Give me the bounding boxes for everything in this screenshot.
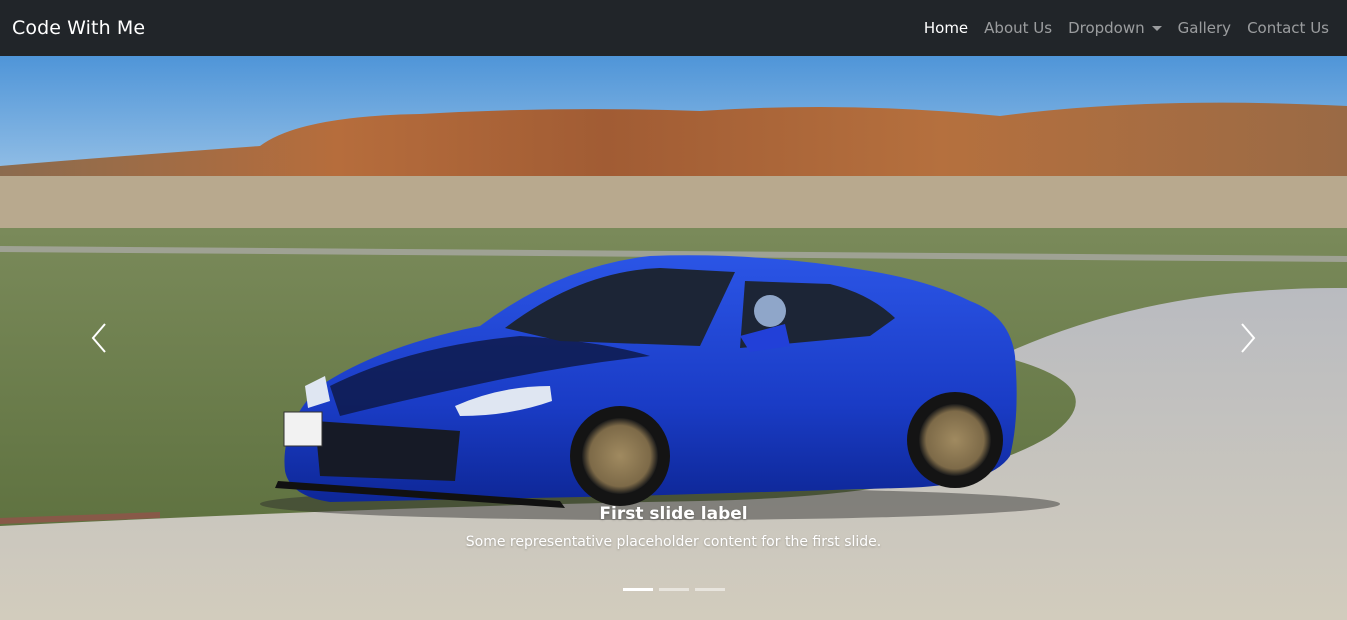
- carousel-prev-button[interactable]: [0, 56, 200, 620]
- nav-home[interactable]: Home: [924, 19, 968, 37]
- nav-links: Home About Us Dropdown Gallery Contact U…: [924, 19, 1335, 37]
- slide-caption: First slide label Some representative pl…: [200, 504, 1147, 550]
- hero-carousel: First slide label Some representative pl…: [0, 56, 1347, 620]
- caret-down-icon: [1151, 26, 1162, 31]
- slide-title: First slide label: [599, 504, 748, 524]
- nav-about[interactable]: About Us: [984, 19, 1052, 37]
- navbar: Code With Me Home About Us Dropdown Gall…: [0, 0, 1347, 56]
- brand-link[interactable]: Code With Me: [12, 17, 145, 39]
- slide-text: Some representative placeholder content …: [465, 534, 882, 550]
- nav-gallery[interactable]: Gallery: [1178, 19, 1231, 37]
- indicator-2[interactable]: [658, 588, 689, 591]
- nav-contact[interactable]: Contact Us: [1247, 19, 1329, 37]
- nav-dropdown-label: Dropdown: [1068, 19, 1145, 37]
- carousel-indicators: [0, 588, 1347, 591]
- chevron-right-icon: [1241, 323, 1256, 353]
- indicator-3[interactable]: [694, 588, 725, 591]
- carousel-next-button[interactable]: [1147, 56, 1347, 620]
- indicator-1[interactable]: [622, 588, 653, 591]
- nav-dropdown[interactable]: Dropdown: [1068, 19, 1162, 37]
- chevron-left-icon: [91, 323, 106, 353]
